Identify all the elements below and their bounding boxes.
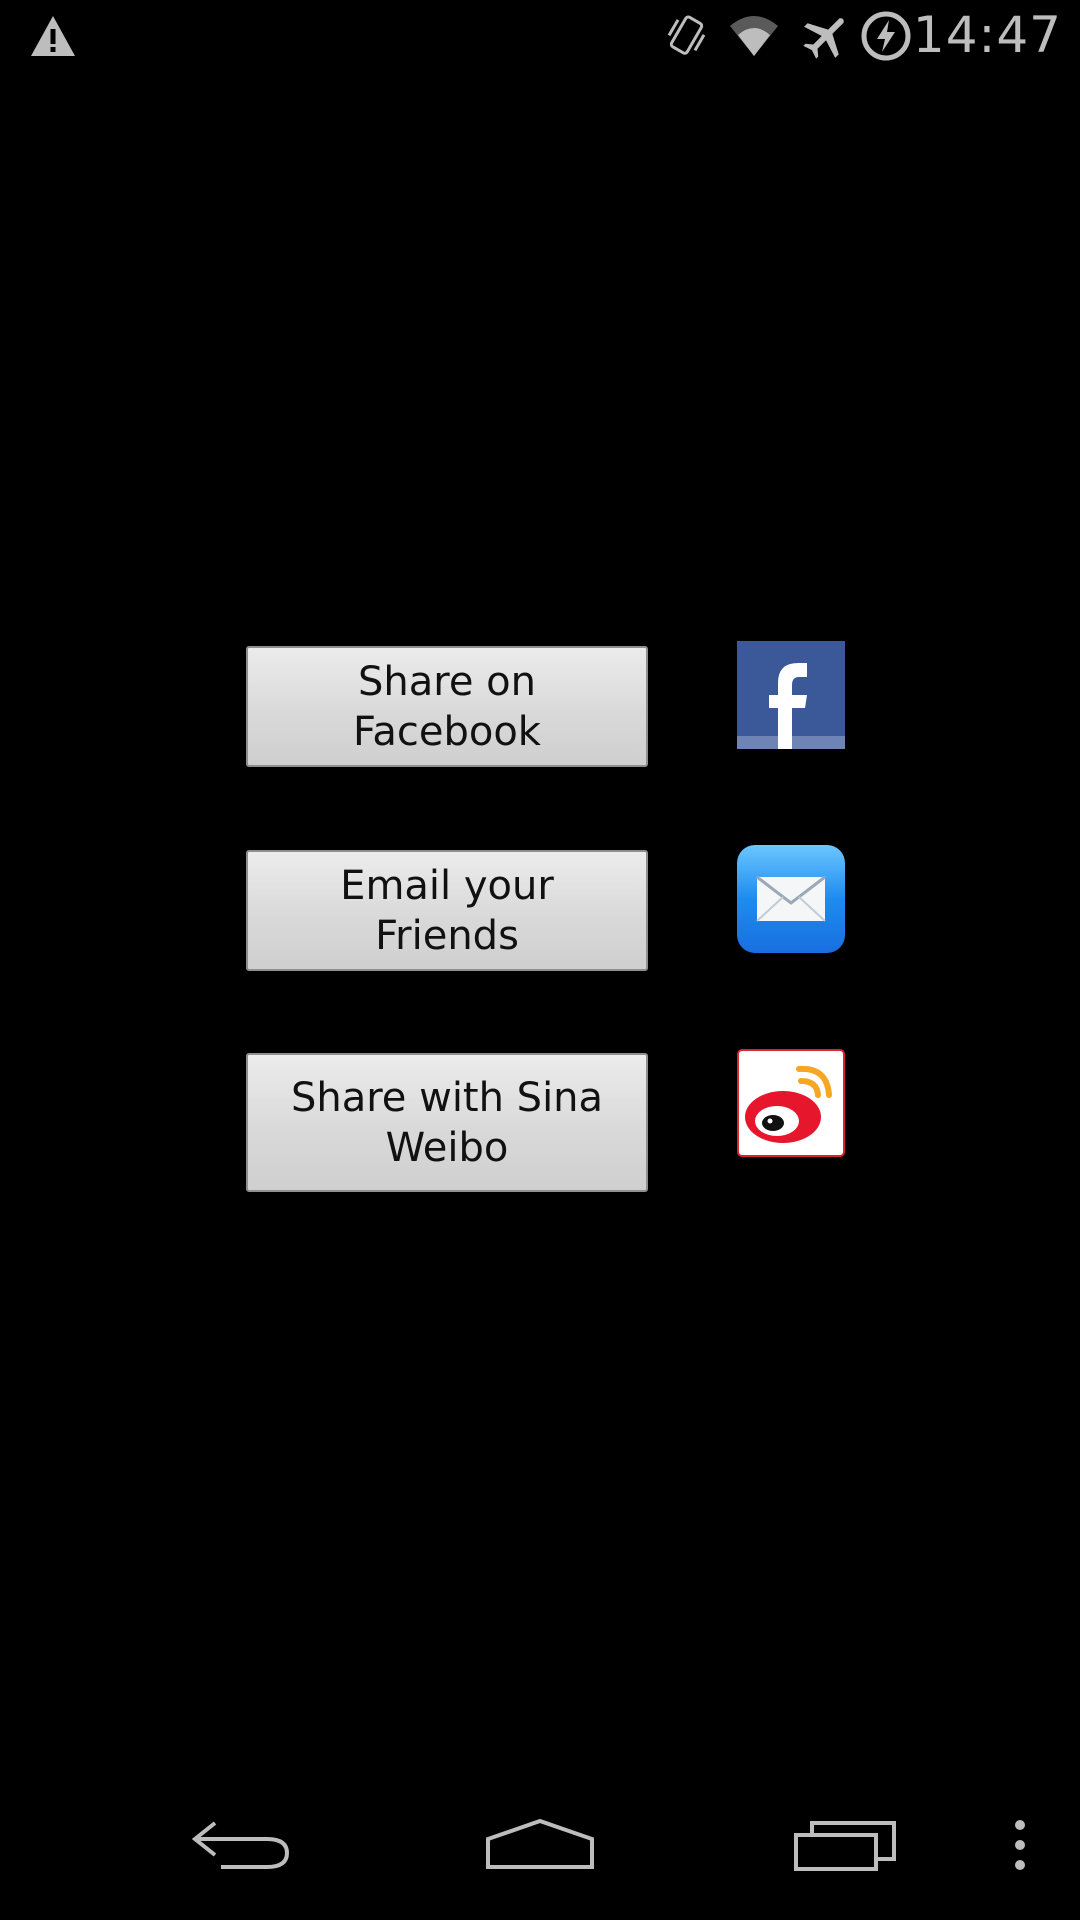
facebook-icon[interactable]	[737, 641, 845, 749]
share-on-facebook-button[interactable]: Share on Facebook	[246, 646, 648, 767]
back-icon	[191, 1821, 290, 1869]
warning-icon	[31, 16, 75, 56]
sina-weibo-icon[interactable]	[737, 1049, 845, 1157]
airplane-mode-icon	[803, 18, 844, 59]
vibrate-icon	[667, 15, 706, 55]
overflow-menu-button[interactable]	[990, 1770, 1050, 1920]
navigation-bar	[0, 1770, 1080, 1920]
status-bar: 14:47	[0, 0, 1080, 75]
home-button[interactable]	[470, 1770, 610, 1920]
recents-button[interactable]	[775, 1770, 915, 1920]
share-sina-weibo-button[interactable]: Share with Sina Weibo	[246, 1053, 648, 1192]
back-button[interactable]	[170, 1770, 310, 1920]
home-icon	[486, 1818, 594, 1869]
recents-icon	[794, 1821, 896, 1871]
overflow-menu-icon	[1015, 1820, 1025, 1870]
wifi-icon	[730, 16, 778, 56]
status-icons: 14:47	[660, 0, 1080, 75]
clock: 14:47	[912, 6, 1062, 64]
email-friends-button[interactable]: Email your Friends	[246, 850, 648, 971]
mail-icon[interactable]	[737, 845, 845, 953]
data-saver-icon	[861, 11, 911, 61]
